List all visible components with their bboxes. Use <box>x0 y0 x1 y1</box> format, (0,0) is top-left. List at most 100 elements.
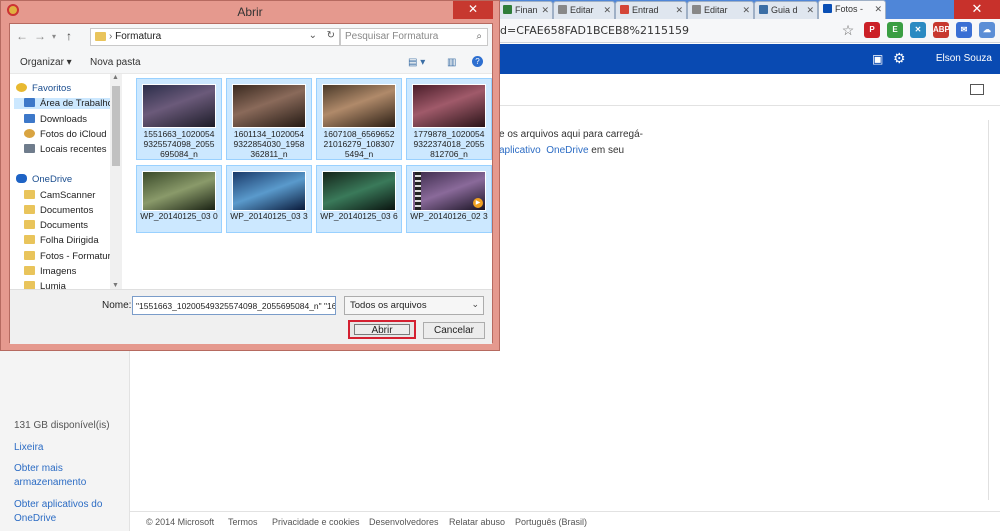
scroll-down-icon[interactable]: ▼ <box>112 282 119 289</box>
dialog-close-button[interactable]: ✕ <box>453 1 493 19</box>
page-scrollbar[interactable] <box>988 120 1000 500</box>
tab-editar-2[interactable]: Editar ✕ <box>687 1 754 19</box>
nav-item-favoritos[interactable]: Favoritos <box>16 83 71 94</box>
file-item[interactable]: 1601134_1020054 9322854030_1958 362811_n <box>226 78 312 160</box>
nav-item-recentes[interactable]: Locais recentes <box>24 144 107 155</box>
file-list: 1551663_1020054 9325574098_2055 695084_n… <box>122 74 492 289</box>
user-name[interactable]: Elson Souza <box>936 53 992 64</box>
recycle-bin-link[interactable]: Lixeira <box>14 441 43 455</box>
tab-financas[interactable]: Finan ✕ <box>498 1 553 19</box>
nav-item-label: Fotos - Formatur <box>40 251 111 262</box>
nav-item-documents[interactable]: Documents <box>24 220 88 231</box>
details-pane-icon[interactable] <box>970 84 984 95</box>
tab-close-icon[interactable]: ✕ <box>675 5 683 16</box>
nav-item-downloads[interactable]: Downloads <box>24 114 87 125</box>
help-icon[interactable]: ? <box>472 56 483 67</box>
file-item[interactable]: 1607108_6569652 21016279_108307 5494_n <box>316 78 402 160</box>
view-options-icon[interactable]: ▤ ▾ <box>408 57 425 68</box>
nav-item-camscanner[interactable]: CamScanner <box>24 190 95 201</box>
evernote-icon[interactable]: E <box>887 22 903 38</box>
nav-item-lumia[interactable]: Lumia <box>24 281 66 289</box>
app-link[interactable]: aplicativo <box>499 145 541 156</box>
file-item[interactable]: 1551663_1020054 9325574098_2055 695084_n <box>136 78 222 160</box>
tab-gmail[interactable]: Entrad ✕ <box>615 1 687 19</box>
gear-icon[interactable]: ⚙ <box>893 50 906 67</box>
tab-close-icon[interactable]: ✕ <box>742 5 750 16</box>
nav-item-area-de-trabalho[interactable]: Área de Trabalho <box>14 98 113 109</box>
file-name: 1607108_6569652 21016279_108307 5494_n <box>323 129 395 159</box>
recent-locations-icon[interactable]: ▾ <box>52 32 56 41</box>
tab-editar-1[interactable]: Editar ✕ <box>553 1 615 19</box>
storage-available: 131 GB disponível(is) <box>14 420 110 431</box>
get-apps-link[interactable]: Obter aplicativos do OneDrive <box>14 498 114 526</box>
tab-label: Editar <box>704 5 728 15</box>
preview-pane-icon[interactable]: ▥ <box>447 57 456 68</box>
tab-fotos-active[interactable]: Fotos - ✕ <box>818 0 886 19</box>
nav-item-label: OneDrive <box>32 174 73 185</box>
organize-button[interactable]: Organizar ▾ <box>20 57 72 68</box>
tab-close-icon[interactable]: ✕ <box>603 5 611 16</box>
file-item[interactable]: WP_20140125_03 3 <box>226 165 312 233</box>
file-name: 1601134_1020054 9322854030_1958 362811_n <box>233 129 305 159</box>
file-type-select[interactable]: Todos os arquivos ⌄ <box>344 296 484 315</box>
scroll-up-icon[interactable]: ▲ <box>112 74 119 81</box>
language-link[interactable]: Português (Brasil) <box>515 517 587 527</box>
address-path[interactable]: › Formatura ⌄ ↻ <box>90 28 340 46</box>
window-close-button[interactable]: ✕ <box>954 0 1000 19</box>
open-button[interactable]: Abrir <box>348 320 416 339</box>
folder-icon <box>24 266 35 275</box>
address-bar[interactable]: d=CFAE658FAD1BCEB8%2115159 <box>500 24 689 37</box>
up-icon[interactable]: ↑ <box>66 29 72 43</box>
image-thumbnail <box>322 84 396 128</box>
search-input[interactable]: Pesquisar Formatura <box>340 28 488 46</box>
drop-hint-text: e os arquivos aqui para carregá- <box>499 129 643 140</box>
feedback-icon[interactable]: ▣ <box>872 52 883 66</box>
pinterest-icon[interactable]: P <box>864 22 880 38</box>
path-dropdown-icon[interactable]: ⌄ <box>309 30 317 41</box>
open-file-dialog: Abrir ✕ ← → ▾ ↑ › Formatura ⌄ ↻ Pesquisa… <box>0 0 500 351</box>
tab-guia[interactable]: Guia d ✕ <box>754 1 818 19</box>
nav-item-onedrive[interactable]: OneDrive <box>16 174 72 185</box>
file-item[interactable]: WP_20140125_03 0 <box>136 165 222 233</box>
nav-item-label: Locais recentes <box>40 144 107 155</box>
forward-icon[interactable]: → <box>34 29 46 43</box>
nav-item-icloud[interactable]: Fotos do iCloud <box>24 129 107 140</box>
cancel-button[interactable]: Cancelar <box>423 322 485 339</box>
report-abuse-link[interactable]: Relatar abuso <box>449 517 505 527</box>
navigation-scrollbar[interactable]: ▲ ▼ <box>110 74 122 289</box>
back-icon[interactable]: ← <box>16 29 28 43</box>
mail-icon[interactable]: ✉ <box>956 22 972 38</box>
tab-favicon <box>558 5 567 14</box>
tab-close-icon[interactable]: ✕ <box>874 4 882 15</box>
cloud-icon[interactable]: ☁ <box>979 22 995 38</box>
nav-item-documentos[interactable]: Documentos <box>24 205 93 216</box>
image-thumbnail <box>142 171 216 211</box>
file-name-label: Nome: <box>102 300 132 311</box>
file-item[interactable]: WP_20140125_03 6 <box>316 165 402 233</box>
bookmark-star-icon[interactable]: ☆ <box>840 22 856 38</box>
get-more-storage-link[interactable]: Obter mais armazenamento <box>14 462 114 490</box>
tab-close-icon[interactable]: ✕ <box>541 5 549 16</box>
command-bar: Organizar ▾ Nova pasta ▤ ▾ ▥ ? <box>10 50 492 74</box>
folder-icon <box>24 220 35 229</box>
refresh-icon[interactable]: ↻ <box>327 30 335 41</box>
file-item[interactable]: 1779878_1020054 9322374018_2055 812706_n <box>406 78 492 160</box>
file-name-input[interactable]: "1551663_10200549325574098_2055695084_n"… <box>132 296 336 315</box>
nav-item-folha-dirigida[interactable]: Folha Dirigida <box>24 235 99 246</box>
nav-item-fotos-formatura[interactable]: Fotos - Formatur <box>24 251 111 262</box>
tab-favicon <box>759 5 768 14</box>
nav-item-imagens[interactable]: Imagens <box>24 266 76 277</box>
terms-link[interactable]: Termos <box>228 517 258 527</box>
image-thumbnail <box>232 84 306 128</box>
privacy-link[interactable]: Privacidade e cookies <box>272 517 360 527</box>
new-folder-button[interactable]: Nova pasta <box>90 57 141 68</box>
onedrive-link[interactable]: OneDrive <box>546 145 588 156</box>
adblock-icon[interactable]: ABP <box>933 22 950 38</box>
x-icon[interactable]: ✕ <box>910 22 926 38</box>
file-item[interactable]: ▶ WP_20140126_02 3 <box>406 165 492 233</box>
developers-link[interactable]: Desenvolvedores <box>369 517 439 527</box>
chevron-down-icon: ⌄ <box>471 299 479 309</box>
nav-item-label: Documentos <box>40 205 94 216</box>
scroll-thumb[interactable] <box>112 86 120 166</box>
tab-close-icon[interactable]: ✕ <box>806 5 814 16</box>
